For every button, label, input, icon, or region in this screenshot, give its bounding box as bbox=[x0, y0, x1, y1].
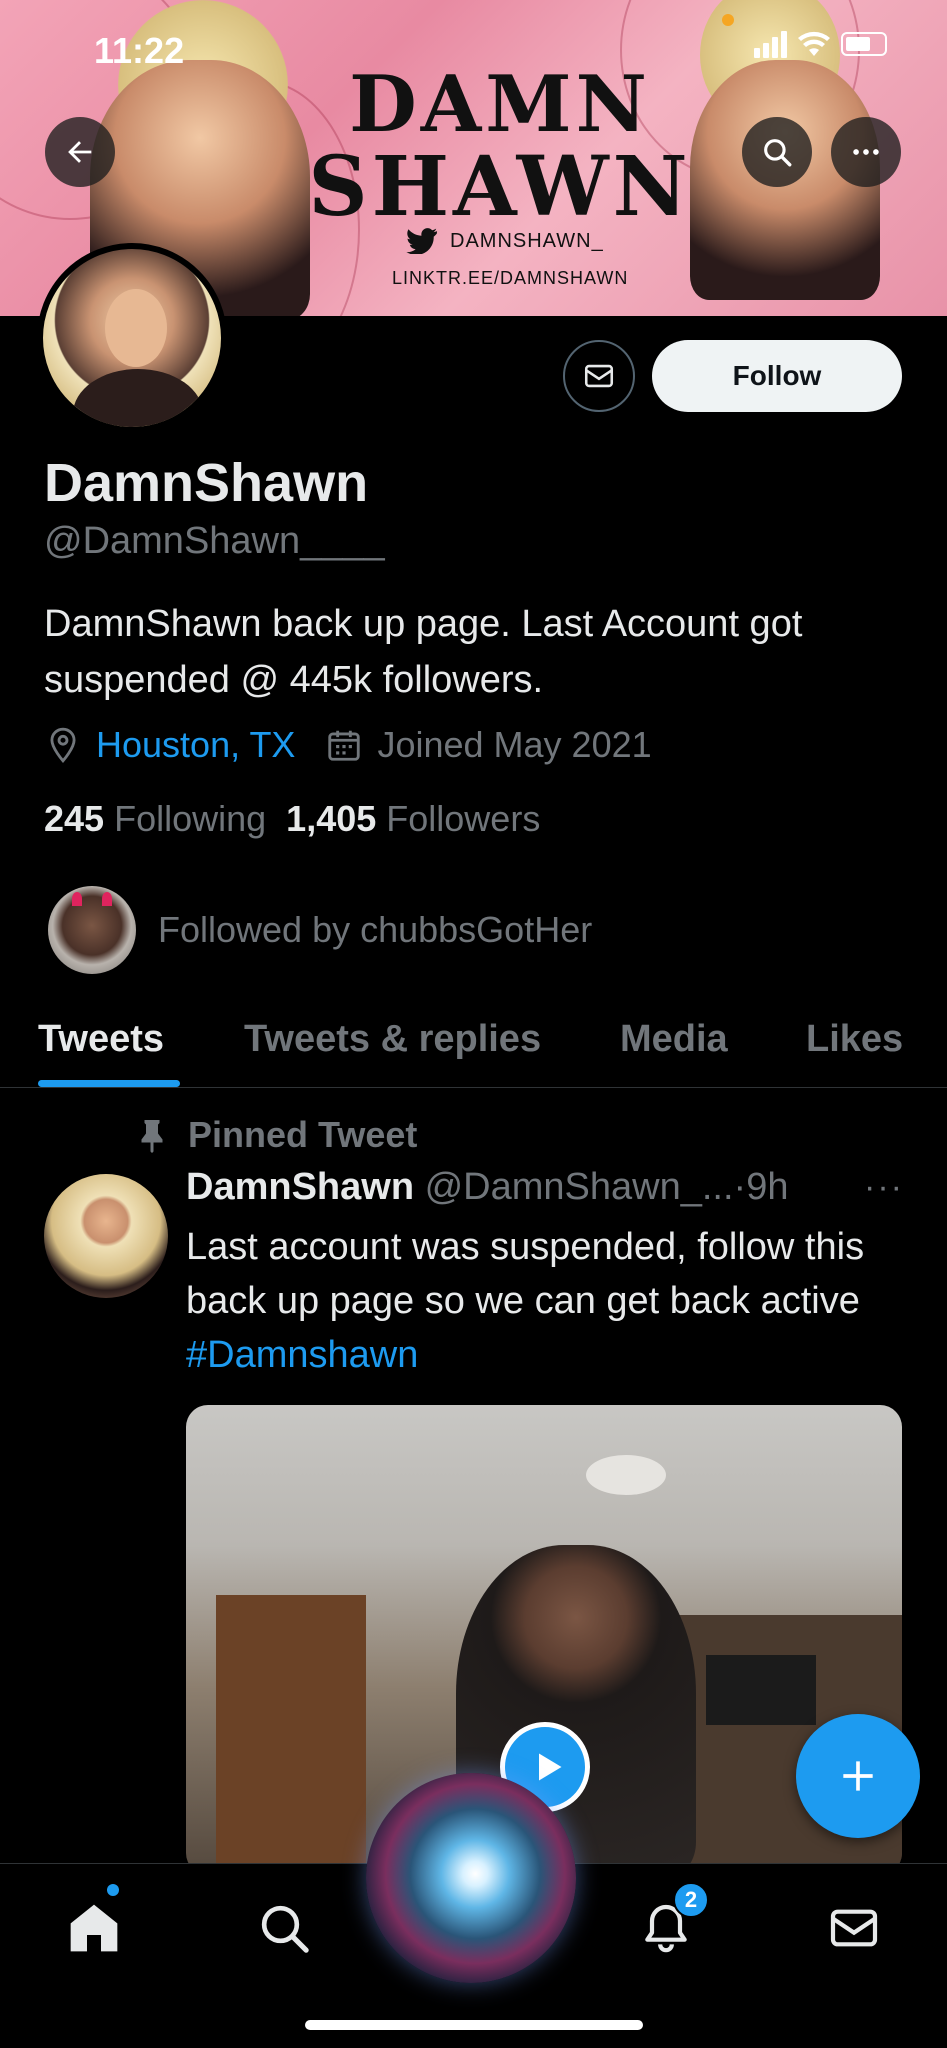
siri-orb[interactable] bbox=[366, 1773, 576, 1983]
display-name: DamnShawn bbox=[44, 453, 369, 513]
video-ceiling-light bbox=[586, 1455, 666, 1495]
more-icon bbox=[853, 149, 879, 155]
message-button[interactable] bbox=[563, 340, 635, 412]
notifications-badge: 2 bbox=[673, 1882, 709, 1918]
tweet-time[interactable]: 9h bbox=[746, 1166, 788, 1208]
banner-handle: DAMNSHAWN_ bbox=[450, 230, 604, 252]
followers-label: Followers bbox=[386, 798, 541, 839]
banner-title: DAMN SHAWN bbox=[300, 59, 700, 235]
active-tab-indicator bbox=[38, 1080, 180, 1087]
search-icon bbox=[764, 139, 792, 167]
tweet-separator: · bbox=[733, 1166, 747, 1208]
plus-icon bbox=[843, 1761, 873, 1791]
privacy-indicator bbox=[722, 14, 734, 26]
followers-link[interactable]: 1,405 Followers bbox=[286, 798, 540, 839]
tweet-more-button[interactable]: ··· bbox=[864, 1168, 904, 1207]
banner-title-line1: DAMN bbox=[349, 59, 651, 150]
followed-by[interactable]: Followed by chubbsGotHer bbox=[48, 886, 592, 974]
following-label: Following bbox=[114, 798, 267, 839]
profile-bio: DamnShawn back up page. Last Account got… bbox=[44, 603, 803, 701]
status-icons bbox=[754, 30, 887, 58]
tweet-author-name[interactable]: DamnShawn bbox=[186, 1166, 414, 1208]
pin-icon bbox=[141, 1120, 163, 1153]
battery-icon bbox=[841, 32, 887, 56]
video-tv bbox=[706, 1655, 816, 1725]
following-link[interactable]: 245 Following bbox=[44, 798, 266, 839]
location-pin-icon bbox=[50, 727, 76, 763]
play-icon bbox=[539, 1753, 562, 1781]
avatar-body bbox=[73, 369, 203, 427]
mail-icon bbox=[830, 1909, 878, 1947]
tab-likes[interactable]: Likes bbox=[806, 1018, 903, 1061]
tweet-header: DamnShawn @DamnShawn_...·9h bbox=[186, 1166, 788, 1209]
profile-tabs: Tweets Tweets & replies Media Likes bbox=[0, 1008, 947, 1088]
location-link[interactable]: Houston, TX bbox=[96, 724, 295, 766]
nav-messages[interactable] bbox=[826, 1900, 882, 1956]
tweet-author-handle: @DamnShawn_... bbox=[424, 1166, 734, 1208]
status-time: 11:22 bbox=[94, 30, 185, 71]
video-door bbox=[216, 1595, 366, 1875]
tab-media[interactable]: Media bbox=[620, 1018, 728, 1061]
following-count: 245 bbox=[44, 798, 105, 839]
profile-meta: Houston, TX Joined May 2021 bbox=[44, 724, 652, 766]
home-icon bbox=[70, 1904, 118, 1952]
mail-icon bbox=[584, 364, 614, 388]
nav-home[interactable] bbox=[66, 1900, 122, 1956]
compose-tweet-button[interactable] bbox=[796, 1714, 920, 1838]
avatar-face bbox=[105, 289, 167, 367]
twitter-bird-icon bbox=[406, 228, 438, 254]
arrow-left-icon bbox=[68, 141, 92, 163]
followers-count: 1,405 bbox=[286, 798, 377, 839]
home-indicator[interactable] bbox=[305, 2020, 643, 2030]
tab-tweets[interactable]: Tweets bbox=[38, 1018, 164, 1061]
calendar-icon bbox=[328, 730, 361, 761]
follower-avatar bbox=[48, 886, 136, 974]
tweet-hashtag[interactable]: #Damnshawn bbox=[186, 1334, 418, 1376]
tweet-text: Last account was suspended, follow this … bbox=[186, 1220, 906, 1382]
back-button[interactable] bbox=[45, 117, 115, 187]
tweet-body: Last account was suspended, follow this … bbox=[186, 1226, 865, 1322]
follow-button[interactable]: Follow bbox=[652, 340, 902, 412]
followed-by-text: Followed by chubbsGotHer bbox=[158, 909, 593, 950]
joined-date: Joined May 2021 bbox=[377, 724, 652, 765]
home-new-indicator bbox=[107, 1884, 119, 1896]
search-button[interactable] bbox=[742, 117, 812, 187]
follow-counts: 245 Following 1,405 Followers bbox=[44, 798, 540, 840]
more-button[interactable] bbox=[831, 117, 901, 187]
pinned-text: Pinned Tweet bbox=[188, 1114, 418, 1155]
banner-link: LINKTR.EE/DAMNSHAWN bbox=[392, 268, 629, 288]
nav-search[interactable] bbox=[256, 1900, 312, 1956]
tab-tweets-replies[interactable]: Tweets & replies bbox=[244, 1018, 541, 1061]
wifi-icon bbox=[798, 31, 830, 56]
banner-title-line2: SHAWN bbox=[308, 139, 692, 235]
tweet-author-avatar[interactable] bbox=[44, 1174, 168, 1298]
search-icon bbox=[261, 1905, 309, 1953]
profile-handle: @DamnShawn____ bbox=[44, 520, 385, 562]
profile-avatar[interactable] bbox=[37, 243, 227, 433]
cellular-signal-icon bbox=[754, 30, 787, 58]
pinned-label: Pinned Tweet bbox=[136, 1114, 417, 1156]
